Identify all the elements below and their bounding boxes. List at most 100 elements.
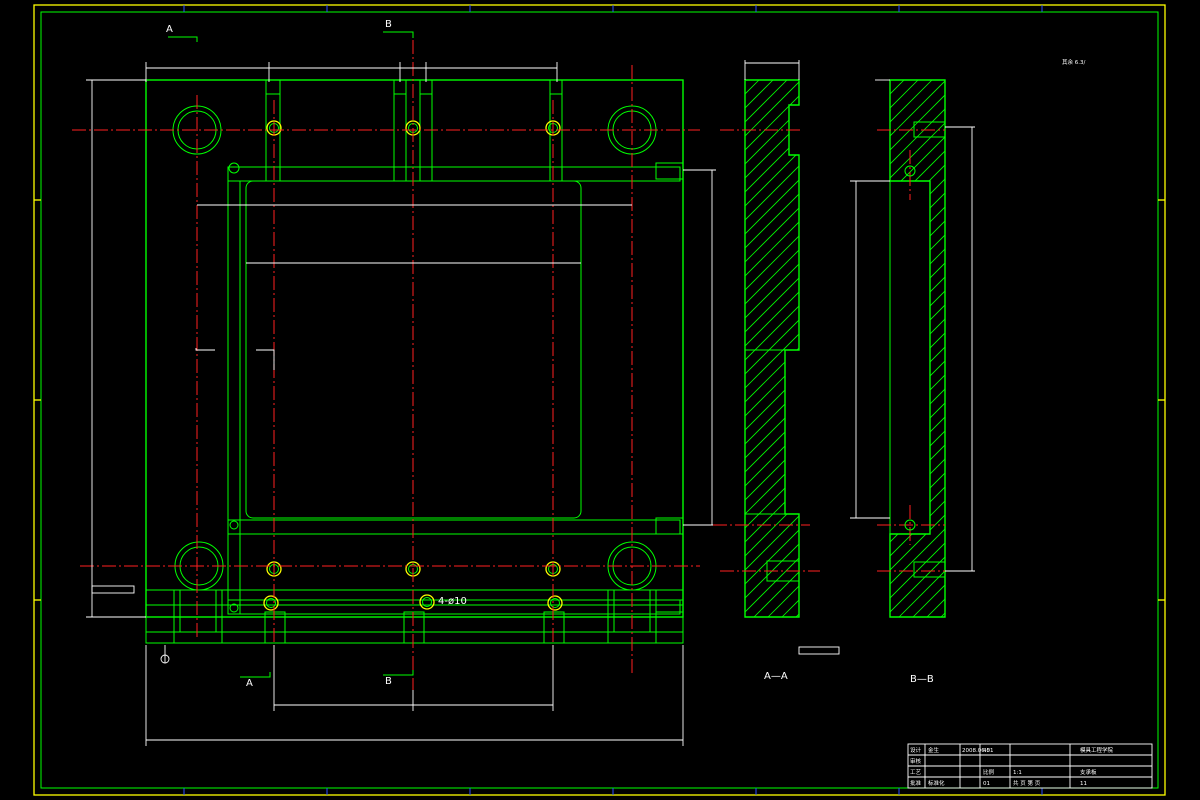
hatch-line [926,80,945,617]
title-block-cell: 模具工程学院 [1080,746,1114,754]
hatch-line [890,80,945,617]
hatch-line [890,80,945,617]
hatch-line [745,80,799,617]
hatch-line [890,80,945,617]
hatch-line [745,80,799,617]
hatch-line [745,80,799,617]
title-block-cell: 支承板 [1080,768,1097,776]
hatch-line [890,80,945,617]
front-view: A B A B 4-ø10 [72,19,716,746]
hatch-line [745,80,799,617]
section-view-bb: B—B 其余 6.3/ [850,58,1085,685]
hatch-line [890,80,945,617]
title-block-cell: 01 [983,781,990,787]
hatch-line [890,80,945,617]
hatch-line [890,80,945,617]
hatch-line [745,80,799,617]
counterbore-head [419,79,433,95]
hatch-line [940,80,945,617]
hatch-line [745,80,799,617]
section-label-aa: A—A [764,671,788,682]
hatch-line [890,80,945,617]
hatch-line [890,80,945,617]
hatch-line [767,80,799,617]
hatch-line [890,80,933,617]
title-block-cell: 共 页 第 页 [1013,779,1041,787]
hatch-line [745,80,799,617]
hatch-line [745,80,799,617]
hatch-line [890,80,945,617]
hatch-line [890,80,945,617]
hatch-line [745,80,799,617]
hatch-line [890,80,945,617]
hatch-line [890,80,945,617]
hatch-line [745,80,799,617]
cad-drawing-canvas: A B A B 4-ø10 A—A B—B 其余 6.3/ 设计 金生 2008… [33,4,1166,796]
section-mark-b-top: B [385,19,392,30]
front-centerlines [72,40,700,690]
section-mark-a-top: A [166,24,173,35]
hatch-line [745,80,799,617]
hatch-line [890,80,945,617]
counterbore-head [549,79,563,95]
hatch-line [890,80,945,617]
counterbore-head [393,79,407,95]
hatch-line [753,80,799,617]
hatch-line [745,80,746,617]
hatch-line [890,80,945,617]
hatch-line [890,80,905,617]
section-mark-a-bottom: A [246,678,253,689]
hatch-line [745,80,799,617]
hatch-line [890,80,945,617]
section-label-bb: B—B [910,674,934,685]
hatch-line [745,80,799,617]
section-cut-marks: A B A B [166,19,414,689]
hatch-line [745,80,799,617]
hatch-line [795,80,799,617]
hatch-line [745,80,799,617]
hatch-line [890,80,945,617]
section-mark-b-bottom: B [385,676,392,687]
hatch-line [890,80,945,617]
hatch-line [890,80,945,617]
frame-tick-marks [34,5,1165,795]
guide-bushing-holes [172,105,657,591]
title-block: 设计 金生 2008.06.0145 模具工程学院审核工艺 比例 1:1 支承板批准 标准化 0… [907,743,1153,789]
hatch-line [745,80,799,617]
hatch-line [745,80,799,617]
counterbore-head [265,79,281,95]
hole-callout: 4-ø10 [438,596,467,607]
hatch-line [745,80,799,617]
title-block-cell: 审核 [910,757,922,765]
hatch-line [745,80,799,617]
title-block-cell: 45 [983,748,990,754]
hatch-line [781,80,799,617]
hatch-line [890,80,945,617]
hatch-line [745,80,799,617]
hatch-line [745,80,799,617]
title-block-cell: 设计 [910,746,922,754]
hatch-line [745,80,788,617]
hatch-line [890,80,945,617]
hatch-line [890,80,945,617]
hatch-line [890,80,945,617]
hatch-line [890,80,945,617]
hatch-line [745,80,799,617]
hatch-line [890,80,945,617]
plate-outline [145,79,684,618]
title-block-cell: 批准 [910,779,922,787]
hatch-line [745,80,799,617]
hatch-line [890,80,945,617]
hatch-line [890,80,891,617]
hatch-line [745,80,799,617]
hatch-line [890,80,945,617]
hatch-line [745,80,760,617]
title-block-cell: 工艺 [910,769,922,776]
hatch-line [745,80,799,617]
title-block-cell: 标准化 [928,779,945,787]
hatch-line [890,80,945,617]
hatch-line [912,80,945,617]
title-block-cell: 11 [1080,781,1087,787]
hatch-line [890,80,945,617]
drawing-frame [33,4,1166,796]
